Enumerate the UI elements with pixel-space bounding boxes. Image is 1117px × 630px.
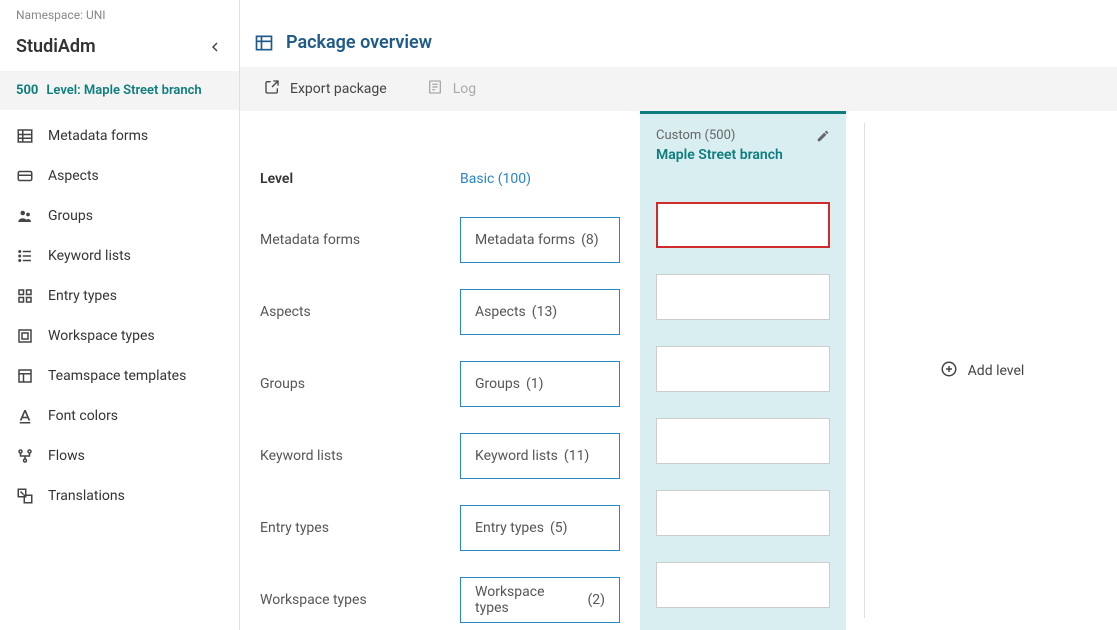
nav-item-flows[interactable]: Flows [0,436,239,476]
nav-label: Aspects [48,168,99,184]
export-icon [264,79,280,99]
basic-cell[interactable]: Metadata forms (8) [460,217,620,263]
custom-name: Maple Street branch [656,147,830,163]
plus-circle-icon [940,360,958,382]
custom-cell[interactable] [656,490,830,536]
row-label: Keyword lists [260,433,420,479]
nav-item-entry-types[interactable]: Entry types [0,276,239,316]
nav-label: Workspace types [48,328,155,344]
level-header: Level [260,143,420,187]
basic-cell[interactable]: Workspace types (2) [460,577,620,623]
basic-cell-text: Aspects [475,304,526,320]
basic-cell[interactable]: Aspects (13) [460,289,620,335]
main: Package overview Export package Log Leve… [240,0,1117,630]
nav-label: Teamspace templates [48,368,186,384]
custom-cell[interactable] [656,274,830,320]
col-custom: Custom (500) Maple Street branch [640,111,846,630]
collapse-sidebar-icon[interactable] [207,39,223,55]
custom-tag: Custom (500) [656,128,735,143]
namespace-label: Namespace: UNI [0,0,239,26]
add-level-label: Add level [968,363,1025,379]
basic-cell-text: Entry types [475,520,544,536]
row-label: Workspace types [260,577,420,623]
app-title: StudiAdm [16,36,96,57]
square-icon [16,327,34,345]
nav-label: Groups [48,208,93,224]
content: Level Metadata forms Aspects Groups Keyword… [240,111,1117,630]
flow-icon [16,447,34,465]
level-label: Level: Maple Street branch [46,83,201,98]
add-level-button[interactable]: Add level [940,360,1025,382]
nav-label: Keyword lists [48,248,131,264]
basic-cell[interactable]: Entry types (5) [460,505,620,551]
template-icon [16,367,34,385]
level-row[interactable]: 500 Level: Maple Street branch [0,71,239,110]
people-icon [16,207,34,225]
custom-cell[interactable] [656,562,830,608]
basic-cell-count: (5) [550,520,568,536]
log-label: Log [453,81,476,97]
sidebar: Namespace: UNI StudiAdm 500 Level: Maple… [0,0,240,630]
log-button[interactable]: Log [427,79,476,99]
nav-label: Metadata forms [48,128,148,144]
nav-item-keyword-lists[interactable]: Keyword lists [0,236,239,276]
font-icon [16,407,34,425]
app-title-row: StudiAdm [0,26,239,71]
custom-cell[interactable] [656,418,830,464]
toolbar: Export package Log [240,67,1117,111]
custom-cell[interactable] [656,202,830,248]
row-label: Groups [260,361,420,407]
row-label: Aspects [260,289,420,335]
nav-label: Font colors [48,408,118,424]
log-icon [427,79,443,99]
grid-icon [16,287,34,305]
basic-cell-text: Workspace types [475,584,581,616]
export-label: Export package [290,81,387,97]
basic-cell-count: (2) [587,592,605,608]
nav-item-teamspace-templates[interactable]: Teamspace templates [0,356,239,396]
basic-header[interactable]: Basic (100) [460,143,620,187]
basic-cell-count: (11) [564,448,589,464]
nav-item-metadata-forms[interactable]: Metadata forms [0,116,239,156]
row-label: Metadata forms [260,217,420,263]
nav-label: Flows [48,448,85,464]
nav-item-font-colors[interactable]: Font colors [0,396,239,436]
edit-level-icon[interactable] [816,129,830,143]
nav-item-groups[interactable]: Groups [0,196,239,236]
nav-item-aspects[interactable]: Aspects [0,156,239,196]
row-label: Entry types [260,505,420,551]
level-number: 500 [16,83,38,98]
page-title-row: Package overview [240,0,1117,67]
basic-cell-text: Groups [475,376,520,392]
nav-item-workspace-types[interactable]: Workspace types [0,316,239,356]
page-title: Package overview [286,32,432,53]
col-labels: Level Metadata forms Aspects Groups Keyword… [240,111,440,630]
nav-label: Entry types [48,288,117,304]
export-package-button[interactable]: Export package [264,79,387,99]
table-icon [16,127,34,145]
table-icon [254,33,274,53]
basic-cell[interactable]: Groups (1) [460,361,620,407]
basic-cell-text: Metadata forms [475,232,575,248]
basic-cell-count: (8) [581,232,599,248]
nav-list: Metadata forms Aspects Groups Keyword lists… [0,110,239,522]
basic-cell-text: Keyword lists [475,448,558,464]
custom-cell[interactable] [656,346,830,392]
col-basic: Basic (100) Metadata forms (8) Aspects (13)… [440,111,640,630]
basic-cell[interactable]: Keyword lists (11) [460,433,620,479]
nav-item-translations[interactable]: Translations [0,476,239,516]
card-icon [16,167,34,185]
basic-cell-count: (1) [526,376,544,392]
list-icon [16,247,34,265]
col-add-level: Add level [864,123,1099,618]
basic-cell-count: (13) [532,304,557,320]
translate-icon [16,487,34,505]
nav-label: Translations [48,488,125,504]
